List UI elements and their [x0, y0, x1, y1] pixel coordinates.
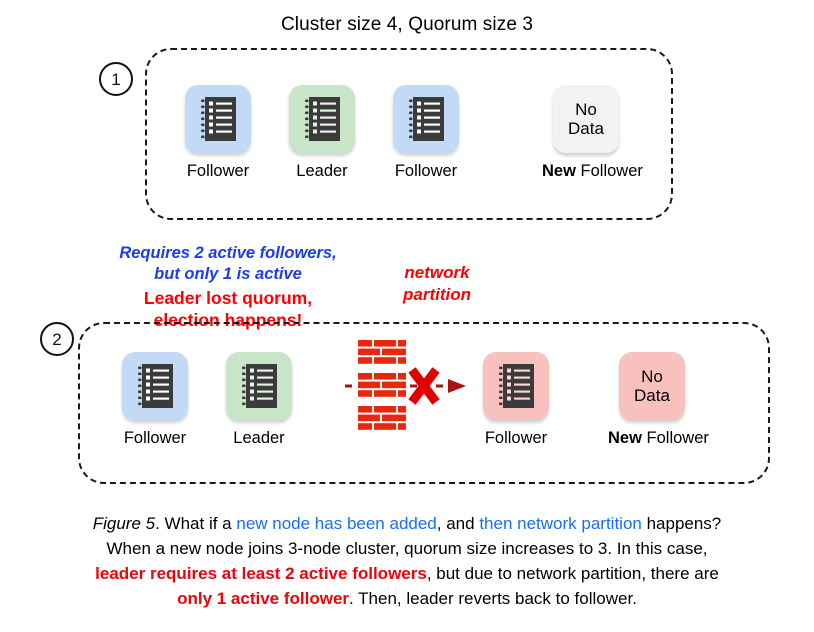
ledger-icon — [138, 364, 173, 408]
node-tile — [483, 352, 549, 420]
node-tile — [185, 85, 251, 153]
page-title: Cluster size 4, Quorum size 3 — [280, 14, 534, 35]
caption-link-network-partition: then network partition — [479, 514, 642, 533]
partition-label-line2: partition — [403, 285, 471, 304]
ledger-icon — [305, 97, 340, 141]
figure-caption: Figure 5. What if a new node has been ad… — [22, 511, 792, 611]
node-label: New Follower — [608, 429, 709, 448]
annotation-blue-line2: but only 1 is active — [154, 265, 302, 283]
no-data-text: No Data — [568, 100, 604, 138]
node-label-text: Follower — [641, 429, 709, 447]
partition-label-line1: network — [404, 263, 470, 282]
node-tile — [226, 352, 292, 420]
ledger-icon — [242, 364, 277, 408]
node-tile — [393, 85, 459, 153]
caption-emphasis-requires: leader requires at least 2 active follow… — [95, 564, 427, 583]
node-row1-3[interactable]: Follower — [382, 85, 470, 181]
caption-seg2: , and — [436, 514, 480, 533]
caption-link-new-node: new node has been added — [236, 514, 437, 533]
caption-seg4: , but due to network partition, there ar… — [426, 564, 719, 583]
node-label: Follower — [123, 429, 187, 447]
no-data-line1: No — [641, 367, 663, 386]
node-label: Follower — [484, 429, 548, 447]
caption-seg3: happens? — [641, 514, 722, 533]
brick-wall-icon-top — [358, 340, 406, 366]
brick-wall-icon-middle — [358, 373, 406, 399]
node-label: Leader — [233, 429, 285, 447]
node-row1-4[interactable]: No Data New Follower — [542, 85, 643, 181]
node-label-prefix: New — [608, 429, 642, 447]
network-partition-graphic — [332, 336, 470, 436]
node-label-prefix: New — [542, 162, 576, 180]
node-label: Follower — [186, 162, 250, 180]
node-label: Leader — [296, 162, 348, 180]
node-label-text: Follower — [575, 162, 643, 180]
no-data-line2: Data — [634, 386, 670, 405]
ledger-icon — [409, 97, 444, 141]
node-label: New Follower — [542, 162, 643, 181]
caption-seg5: . Then, leader reverts back to follower. — [349, 589, 637, 608]
node-row1-1[interactable]: Follower — [174, 85, 262, 181]
node-tile: No Data — [619, 352, 685, 420]
ledger-icon — [499, 364, 534, 408]
caption-seg1: . What if a — [155, 514, 237, 533]
figure-label: Figure 5 — [92, 514, 156, 533]
node-row2-4[interactable]: No Data New Follower — [608, 352, 709, 448]
annotation-blue-line1: Requires 2 active followers, — [119, 244, 337, 262]
ledger-icon — [201, 97, 236, 141]
arrow-head-icon — [448, 379, 466, 393]
node-tile — [122, 352, 188, 420]
annotation-network-partition: network partition — [362, 262, 512, 306]
node-row2-1[interactable]: Follower — [111, 352, 199, 448]
node-row1-2[interactable]: Leader — [278, 85, 366, 181]
step-number-2: 2 — [40, 322, 74, 356]
step-number-1: 1 — [99, 62, 133, 96]
no-data-text: No Data — [634, 367, 670, 405]
node-row2-2[interactable]: Leader — [215, 352, 303, 448]
node-row2-3[interactable]: Follower — [472, 352, 560, 448]
caption-emphasis-only-one: only 1 active follower — [177, 589, 350, 608]
annotation-quorum-requirement: Requires 2 active followers, but only 1 … — [58, 243, 398, 285]
brick-wall-icon-bottom — [358, 406, 406, 432]
node-tile — [289, 85, 355, 153]
node-label: Follower — [394, 162, 458, 180]
no-data-line1: No — [575, 100, 597, 119]
annotation-red-line1: Leader lost quorum, — [143, 288, 313, 308]
node-tile: No Data — [553, 85, 619, 153]
caption-line2: When a new node joins 3-node cluster, qu… — [106, 539, 708, 558]
no-data-line2: Data — [568, 119, 604, 138]
